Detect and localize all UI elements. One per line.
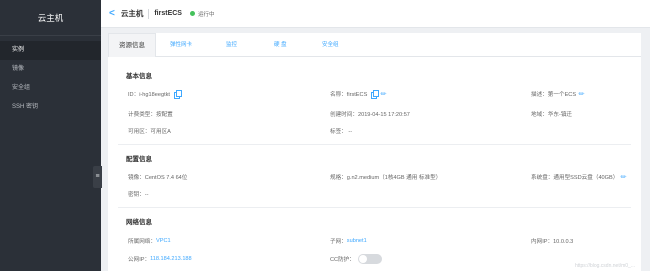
sidebar-title: 云主机 (0, 0, 101, 36)
field-system-disk-value: 系统盘：通用型SSD云盘（40GB） (531, 175, 619, 181)
page-title: 云主机 (120, 9, 144, 18)
field-vpc-label: 所属网络： (128, 239, 156, 245)
header-divider (148, 8, 150, 19)
field-cc-protection: CC防护： (330, 254, 382, 264)
tab-security-group[interactable]: 安全组 (322, 33, 339, 57)
status-text: 运行中 (197, 11, 215, 18)
copy-icon[interactable] (371, 90, 380, 99)
field-public-ip: 公网IP： 118.184.213.188 (128, 255, 192, 263)
field-image: 镜像：CentOS 7.4 64位 (128, 175, 188, 181)
status-dot-icon (189, 11, 195, 16)
tab-disks[interactable]: 硬 盘 (274, 33, 287, 57)
instance-name: firstECS (154, 10, 182, 17)
edit-pencil-icon[interactable]: ✎ (379, 89, 389, 99)
field-id: ID：i-hg18eegtkt (128, 90, 182, 99)
section-divider (118, 144, 631, 145)
section-divider (118, 207, 631, 208)
edit-pencil-icon[interactable]: ✎ (577, 89, 587, 99)
sidebar-item-security-groups[interactable]: 安全组 (0, 79, 101, 98)
field-name: 名称：firstECS ✎ (330, 89, 389, 99)
field-subnet: 子网： subnet1 (330, 237, 367, 245)
watermark: https://blog.csdn.net/m0_... (574, 263, 635, 269)
section-title-basic: 基本信息 (126, 73, 152, 80)
field-billing-type: 计费类型：按配置 (128, 112, 173, 118)
edit-pencil-icon[interactable]: ✎ (619, 172, 629, 182)
copy-icon[interactable] (173, 90, 182, 99)
status-badge: 运行中 (189, 10, 215, 18)
field-vpc: 所属网络： VPC1 (128, 237, 171, 245)
section-title-network: 网络信息 (126, 219, 152, 226)
cc-protection-toggle[interactable] (357, 254, 382, 264)
field-tags: 标签： -- (330, 129, 353, 135)
field-region: 地域：华东-镇迁 (531, 112, 573, 118)
sidebar-item-ssh-keys[interactable]: SSH 密钥 (0, 98, 101, 117)
field-created-time: 创建时间：2019-04-15 17:20:57 (330, 112, 410, 118)
field-subnet-label: 子网： (330, 239, 347, 245)
field-key: 密钥：-- (128, 192, 149, 198)
field-cc-protection-label: CC防护： (330, 257, 355, 263)
subnet-link[interactable]: subnet1 (347, 238, 367, 244)
tab-monitoring[interactable]: 监控 (226, 33, 237, 57)
page-header: < 云主机 firstECS 运行中 (101, 0, 650, 28)
sidebar-collapse-icon[interactable]: ≡ (93, 166, 102, 188)
sidebar-item-instances[interactable]: 实例 (0, 41, 101, 60)
sidebar-item-images[interactable]: 镜像 (0, 60, 101, 79)
field-private-ip: 内网IP：10.0.0.3 (531, 239, 574, 245)
section-title-config: 配置信息 (126, 156, 152, 163)
field-public-ip-label: 公网IP： (128, 257, 151, 263)
field-description-value: 描述：第一个ECS (531, 92, 577, 98)
field-id-value: ID：i-hg18eegtkt (128, 92, 170, 98)
field-system-disk: 系统盘：通用型SSD云盘（40GB） ✎ (531, 172, 629, 182)
tab-elastic-nic[interactable]: 弹性网卡 (170, 33, 192, 57)
tab-bar: 资源信息 弹性网卡 监控 硬 盘 安全组 (108, 33, 641, 57)
sidebar: 云主机 实例 镜像 安全组 SSH 密钥 (0, 0, 101, 271)
field-zone: 可用区：可用区A (128, 129, 171, 135)
field-description: 描述：第一个ECS ✎ (531, 89, 587, 99)
field-name-value: 名称：firstECS (330, 92, 368, 98)
back-arrow-icon[interactable]: < (109, 8, 115, 19)
detail-panel: 资源信息 弹性网卡 监控 硬 盘 安全组 基本信息 ID：i-hg18eegtk… (108, 33, 641, 271)
vpc-link[interactable]: VPC1 (156, 238, 171, 244)
field-spec: 规格：g.n2.medium（1核4GB 通用 标准型） (330, 175, 442, 181)
public-ip-link[interactable]: 118.184.213.188 (150, 256, 192, 262)
tab-resource-info[interactable]: 资源信息 (108, 33, 156, 57)
